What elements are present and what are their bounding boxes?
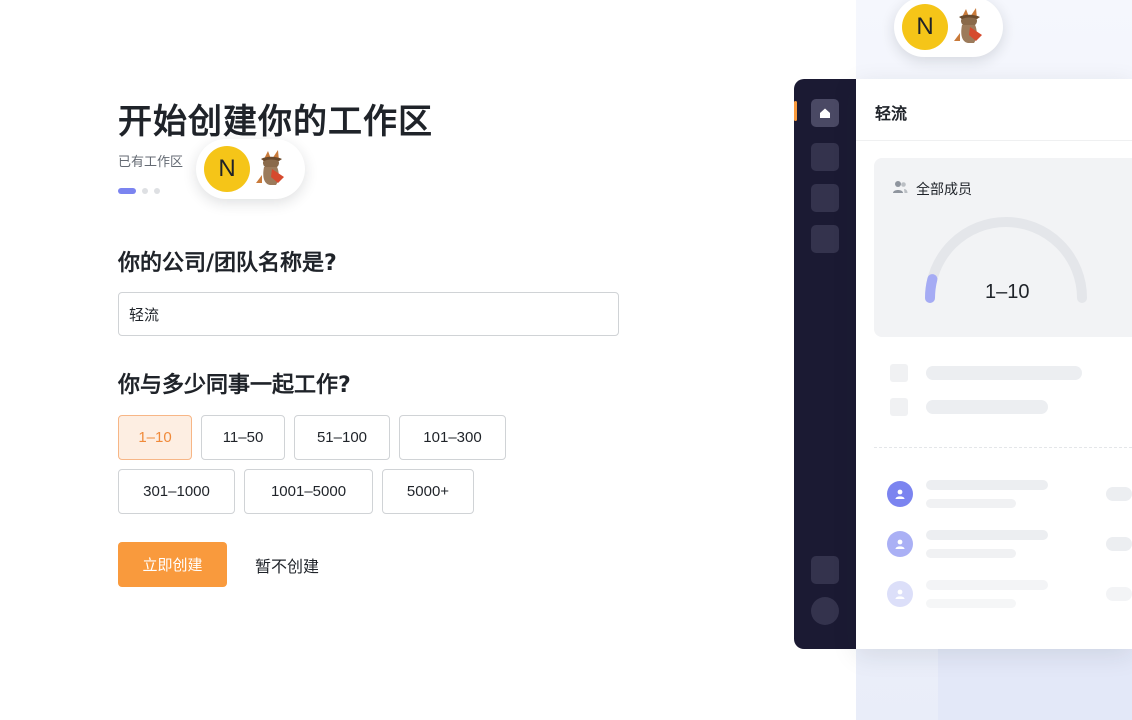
members-range-value: 1–10 (985, 281, 1030, 303)
size-option-301-1000[interactable]: 301–1000 (118, 469, 235, 514)
placeholder-bar (1106, 537, 1132, 551)
fox-mascot-icon (252, 147, 290, 191)
sidebar-placeholder-icon (811, 143, 839, 171)
placeholder-bar (926, 366, 1082, 380)
size-option-1-10[interactable]: 1–10 (118, 415, 192, 460)
size-option-11-50[interactable]: 11–50 (201, 415, 285, 460)
size-option-1001-5000[interactable]: 1001–5000 (244, 469, 373, 514)
size-option-5000-plus[interactable]: 5000+ (382, 469, 474, 514)
preview-divider (856, 140, 1132, 141)
sidebar-placeholder-icon (811, 225, 839, 253)
sidebar-active-indicator (794, 101, 797, 121)
member-avatar-icon (887, 531, 913, 557)
members-icon (892, 179, 908, 199)
sidebar-avatar-placeholder (811, 597, 839, 625)
size-option-51-100[interactable]: 51–100 (294, 415, 390, 460)
placeholder-square (890, 364, 908, 382)
member-avatar-icon (887, 481, 913, 507)
team-size-question: 你与多少同事一起工作? (118, 373, 351, 398)
page-title: 开始创建你的工作区 (118, 102, 433, 142)
member-avatar-icon (887, 581, 913, 607)
home-icon (811, 99, 839, 127)
members-gauge-fill (925, 274, 938, 303)
existing-workspace-hint[interactable]: 已有工作区 (118, 151, 183, 170)
placeholder-bar (926, 400, 1048, 414)
placeholder-bar (926, 499, 1016, 508)
size-option-101-300[interactable]: 101–300 (399, 415, 506, 460)
skip-create-button[interactable]: 暂不创建 (255, 553, 319, 577)
step-dot (154, 188, 160, 194)
members-card-label: 全部成员 (916, 182, 972, 198)
company-name-question: 你的公司/团队名称是? (118, 251, 337, 276)
sidebar-placeholder-icon (811, 556, 839, 584)
placeholder-bar (926, 549, 1016, 558)
company-name-input[interactable] (118, 292, 619, 336)
collaborator-avatar-chip: N (894, 0, 1003, 57)
placeholder-bar (1106, 487, 1132, 501)
collaborator-avatar-chip: N (196, 139, 305, 199)
preview-background-lower (938, 648, 1132, 720)
step-dot-active (118, 188, 136, 194)
avatar: N (204, 146, 250, 192)
placeholder-bar (926, 530, 1048, 540)
placeholder-bar (926, 580, 1048, 590)
step-dot (142, 188, 148, 194)
placeholder-bar (1106, 587, 1132, 601)
fox-mascot-icon (950, 5, 988, 49)
dashed-divider (874, 447, 1132, 448)
placeholder-square (890, 398, 908, 416)
preview-workspace-name: 轻流 (875, 104, 908, 123)
avatar: N (902, 4, 948, 50)
step-indicator (118, 188, 160, 194)
placeholder-bar (926, 480, 1048, 490)
sidebar-placeholder-icon (811, 184, 839, 212)
create-now-button[interactable]: 立即创建 (118, 542, 227, 587)
placeholder-bar (926, 599, 1016, 608)
